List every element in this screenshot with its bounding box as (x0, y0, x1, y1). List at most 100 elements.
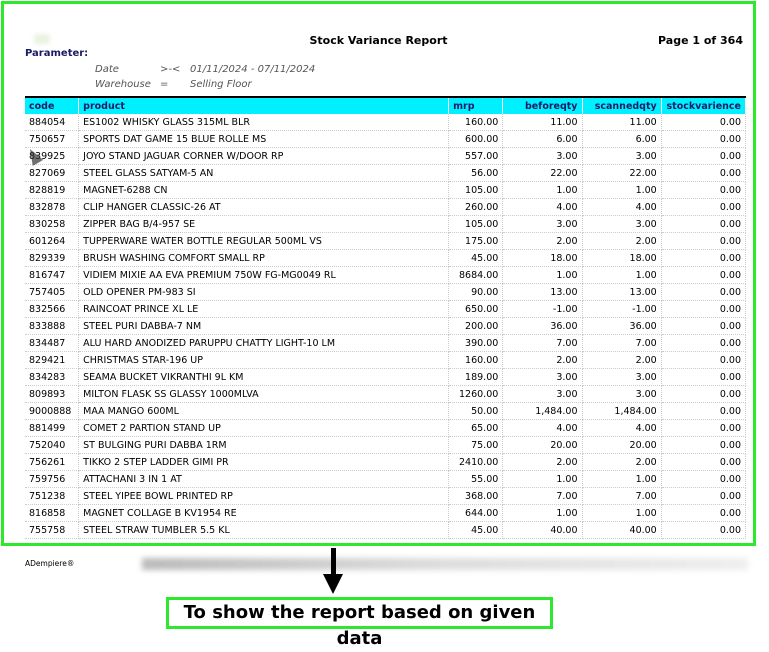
cell-beforeqty: 3.00 (502, 368, 583, 386)
cell-scannedqty: 1.00 (582, 504, 662, 522)
cell-beforeqty: -1.00 (502, 300, 583, 318)
cell-scannedqty: 3.00 (582, 147, 662, 165)
cell-beforeqty: 2.00 (502, 232, 583, 250)
cell-product: VIDIEM MIXIE AA EVA PREMIUM 750W FG-MG00… (78, 266, 450, 284)
cell-beforeqty: 6.00 (502, 130, 583, 148)
cell-beforeqty: 2.00 (502, 351, 583, 369)
cell-scannedqty: 7.00 (582, 487, 662, 505)
table-row: 816747 VIDIEM MIXIE AA EVA PREMIUM 750W F… (25, 266, 747, 284)
cell-stockvarience: 0.00 (661, 402, 747, 420)
cell-beforeqty: 2.00 (502, 453, 583, 471)
cell-code: 756261 (25, 453, 80, 471)
cell-beforeqty: 11.00 (502, 114, 583, 131)
cell-product: ALU HARD ANODIZED PARUPPU CHATTY LIGHT-1… (78, 334, 450, 352)
cell-stockvarience: 0.00 (661, 385, 747, 403)
footer-brand: ADempiere® (25, 559, 75, 568)
cell-beforeqty: 3.00 (502, 147, 583, 165)
table-row: 832878 CLIP HANGER CLASSIC-26 AT 260.00 4.0… (25, 198, 747, 216)
col-header-stockvarience: stockvarience (661, 96, 747, 114)
table-row: 834487 ALU HARD ANODIZED PARUPPU CHATTY L… (25, 334, 747, 352)
cell-product: RAINCOAT PRINCE XL LE (78, 300, 450, 318)
cell-beforeqty: 20.00 (502, 436, 583, 454)
cell-beforeqty: 1.00 (502, 504, 583, 522)
cell-mrp: 1260.00 (448, 385, 504, 403)
cell-code: 832878 (25, 198, 80, 216)
report-body: 884054 ES1002 WHISKY GLASS 315ML BLR 160.0… (25, 114, 747, 539)
cell-mrp: 90.00 (448, 283, 504, 301)
cell-code: 759756 (25, 470, 80, 488)
param-value: 01/11/2024 - 07/11/2024 (190, 64, 316, 75)
cell-product: MILTON FLASK SS GLASSY 1000MLVA (78, 385, 450, 403)
cell-product: TIKKO 2 STEP LADDER GIMI PR (78, 453, 450, 471)
col-header-mrp: mrp (448, 96, 504, 114)
cell-mrp: 65.00 (448, 419, 504, 437)
cell-beforeqty: 7.00 (502, 487, 583, 505)
cell-stockvarience: 0.00 (661, 334, 747, 352)
col-header-scannedqty: scannedqty (582, 96, 662, 114)
table-row: 809893 MILTON FLASK SS GLASSY 1000MLVA 126… (25, 385, 747, 403)
table-row: 828819 MAGNET-6288 CN 105.00 1.00 1.00 0.00 (25, 181, 747, 199)
cell-stockvarience: 0.00 (661, 198, 747, 216)
cell-mrp: 368.00 (448, 487, 504, 505)
param-operator: >-< (160, 64, 181, 75)
cell-scannedqty: 3.00 (582, 368, 662, 386)
cell-stockvarience: 0.00 (661, 249, 747, 267)
col-header-code: code (25, 96, 80, 114)
cell-product: TUPPERWARE WATER BOTTLE REGULAR 500ML VS (78, 232, 450, 250)
param-warehouse: Warehouse = Selling Floor (95, 79, 252, 90)
col-header-product: product (78, 96, 450, 114)
cell-beforeqty: 1,484.00 (502, 402, 583, 420)
cell-scannedqty: 6.00 (582, 130, 662, 148)
cell-code: 809893 (25, 385, 80, 403)
cell-mrp: 105.00 (448, 181, 504, 199)
cell-mrp: 650.00 (448, 300, 504, 318)
cell-mrp: 175.00 (448, 232, 504, 250)
cell-code: 830258 (25, 215, 80, 233)
cell-scannedqty: 11.00 (582, 114, 662, 131)
param-label: Warehouse (95, 79, 151, 90)
page-indicator: Page 1 of 364 (658, 34, 743, 47)
cell-mrp: 160.00 (448, 114, 504, 131)
cell-code: 834487 (25, 334, 80, 352)
cell-code: 881499 (25, 419, 80, 437)
cell-product: STEEL YIPEE BOWL PRINTED RP (78, 487, 450, 505)
cell-stockvarience: 0.00 (661, 368, 747, 386)
cell-mrp: 55.00 (448, 470, 504, 488)
cell-code: 884054 (25, 114, 80, 131)
cell-scannedqty: 2.00 (582, 232, 662, 250)
table-row: 829339 BRUSH WASHING COMFORT SMALL RP 45.0… (25, 249, 747, 267)
cell-stockvarience: 0.00 (661, 351, 747, 369)
cell-product: MAA MANGO 600ML (78, 402, 450, 420)
cell-mrp: 260.00 (448, 198, 504, 216)
cell-mrp: 75.00 (448, 436, 504, 454)
cell-code: 757405 (25, 283, 80, 301)
cell-scannedqty: -1.00 (582, 300, 662, 318)
table-row: 757405 OLD OPENER PM-983 SI 90.00 13.00 13.0… (25, 283, 747, 301)
col-header-beforeqty: beforeqty (502, 96, 583, 114)
cell-beforeqty: 18.00 (502, 249, 583, 267)
cell-beforeqty: 3.00 (502, 215, 583, 233)
cell-stockvarience: 0.00 (661, 300, 747, 318)
cell-stockvarience: 0.00 (661, 436, 747, 454)
cell-code: 833888 (25, 317, 80, 335)
cell-mrp: 644.00 (448, 504, 504, 522)
cell-code: 9000888 (25, 402, 80, 420)
cell-mrp: 160.00 (448, 351, 504, 369)
cell-code: 829421 (25, 351, 80, 369)
cell-stockvarience: 0.00 (661, 147, 747, 165)
cell-code: 829339 (25, 249, 80, 267)
cell-product: COMET 2 PARTION STAND UP (78, 419, 450, 437)
cell-scannedqty: 1.00 (582, 266, 662, 284)
cell-mrp: 105.00 (448, 215, 504, 233)
table-header-row: code product mrp beforeqty scannedqty st… (25, 96, 747, 114)
cell-beforeqty: 40.00 (502, 521, 583, 539)
cell-stockvarience: 0.00 (661, 504, 747, 522)
cell-product: OLD OPENER PM-983 SI (78, 283, 450, 301)
table-row: 829421 CHRISTMAS STAR-196 UP 160.00 2.00 2.0… (25, 351, 747, 369)
cell-stockvarience: 0.00 (661, 470, 747, 488)
cell-beforeqty: 1.00 (502, 181, 583, 199)
cell-scannedqty: 1,484.00 (582, 402, 662, 420)
cell-product: ATTACHANI 3 IN 1 AT (78, 470, 450, 488)
param-date: Date >-< 01/11/2024 - 07/11/2024 (95, 64, 315, 75)
table-row: 752040 ST BULGING PURI DABBA 1RM 75.00 20.0… (25, 436, 747, 454)
